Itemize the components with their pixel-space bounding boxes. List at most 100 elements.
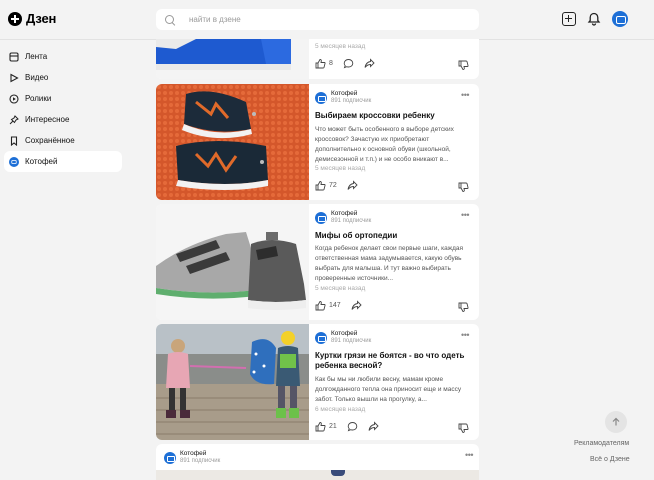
scroll-to-top-button[interactable] [605, 411, 627, 433]
article-card[interactable]: Котофей 891 подписчик ••• Выбираем кросс… [156, 84, 479, 200]
sidebar-item-label: Интересное [25, 115, 70, 124]
sidebar-item-label: Ролики [25, 94, 52, 103]
like-button[interactable]: 72 [315, 180, 337, 191]
like-button[interactable]: 147 [315, 300, 341, 311]
like-button[interactable]: 8 [315, 58, 333, 69]
publish-time: 5 месяцев назад [315, 43, 366, 50]
share-button[interactable] [368, 421, 379, 432]
channel-name[interactable]: Котофей [331, 90, 371, 98]
share-icon [364, 58, 375, 68]
thumbs-down-icon [458, 182, 469, 192]
channel-avatar[interactable] [315, 331, 327, 344]
sidebar-item-saved[interactable]: Сохранённое [4, 130, 122, 151]
channel-info[interactable]: Котофей 891 подписчик [315, 330, 371, 345]
channel-avatar[interactable] [315, 91, 327, 104]
article-title[interactable]: Мифы об ортопедии [315, 231, 473, 241]
article-title[interactable]: Куртки грязи не боятся - во что одеть ре… [315, 351, 473, 371]
more-menu-icon[interactable]: ••• [461, 210, 469, 220]
article-snippet[interactable]: Что может быть особенного в выборе детск… [315, 125, 473, 165]
search-box[interactable] [156, 9, 479, 30]
thumbs-up-icon [315, 59, 326, 69]
channel-avatar-icon [9, 156, 19, 167]
article-thumbnail[interactable] [156, 204, 309, 320]
comment-button[interactable] [343, 58, 354, 69]
sidebar-item-label: Сохранённое [25, 136, 75, 145]
like-count: 72 [329, 182, 337, 189]
play-icon [9, 73, 19, 83]
article-snippet[interactable]: Как бы мы ни любили весну, мамам кроме д… [315, 375, 473, 405]
dzen-logo[interactable]: Дзен [8, 11, 56, 26]
channel-name[interactable]: Котофей [331, 210, 371, 218]
article-card[interactable]: Котофей 891 подписчик ••• [156, 444, 479, 480]
article-snippet[interactable]: Когда ребенок делает свои первые шаги, к… [315, 244, 473, 284]
share-icon [351, 300, 362, 310]
sidebar-item-feed[interactable]: Лента [4, 46, 122, 67]
article-actions: 147 [315, 300, 372, 311]
thumbs-down-icon [458, 423, 469, 433]
article-thumbnail[interactable] [156, 324, 309, 440]
channel-info[interactable]: Котофей 891 подписчик [315, 210, 371, 225]
share-button[interactable] [347, 180, 358, 191]
article-card[interactable]: Котофей 891 подписчик ••• Куртки грязи н… [156, 324, 479, 440]
dislike-button[interactable] [458, 300, 469, 318]
search-input[interactable] [189, 15, 449, 24]
pin-icon [9, 114, 19, 125]
bell-icon[interactable] [587, 12, 601, 26]
more-menu-icon[interactable]: ••• [465, 450, 473, 460]
sidebar-item-label: Котофей [25, 157, 58, 166]
thumbs-up-icon [315, 301, 326, 311]
feed-icon [9, 51, 19, 62]
like-count: 8 [329, 60, 333, 67]
arrow-up-icon [612, 417, 620, 426]
sidebar-item-shorts[interactable]: Ролики [4, 88, 122, 109]
article-actions: 72 [315, 180, 368, 191]
channel-name[interactable]: Котофей [180, 450, 220, 458]
sidebar-item-label: Видео [25, 73, 49, 82]
subscriber-count: 891 подписчик [180, 458, 221, 464]
subscriber-count: 891 подписчик [331, 338, 372, 344]
comment-button[interactable] [347, 421, 358, 432]
share-button[interactable] [351, 300, 362, 311]
channel-info[interactable]: Котофей 891 подписчик [315, 90, 371, 105]
article-image-preview[interactable] [156, 470, 479, 480]
dislike-button[interactable] [458, 421, 469, 439]
bookmark-icon [9, 135, 19, 146]
publish-time: 5 месяцев назад [315, 285, 366, 292]
article-thumbnail[interactable] [156, 39, 309, 79]
sidebar-nav: Лента Видео Ролики Интересное Сохранённо… [4, 46, 122, 172]
article-title[interactable]: Выбираем кроссовки ребенку [315, 111, 473, 121]
comment-icon [347, 422, 358, 432]
sidebar-item-interesting[interactable]: Интересное [4, 109, 122, 130]
more-menu-icon[interactable]: ••• [461, 90, 469, 100]
comment-icon [343, 59, 354, 69]
article-thumbnail[interactable] [156, 84, 309, 200]
advertisers-link[interactable]: Рекламодателям [574, 440, 629, 447]
article-actions: 21 [315, 421, 389, 432]
thumbs-down-icon [458, 60, 469, 70]
more-menu-icon[interactable]: ••• [461, 330, 469, 340]
logo-text: Дзен [26, 11, 57, 26]
dislike-button[interactable] [458, 180, 469, 198]
publish-time: 6 месяцев назад [315, 406, 366, 413]
article-card[interactable]: Котофей 891 подписчик ••• Мифы об ортопе… [156, 204, 479, 320]
channel-avatar[interactable] [315, 211, 327, 224]
share-icon [368, 421, 379, 431]
sidebar-item-video[interactable]: Видео [4, 67, 122, 88]
like-count: 147 [329, 302, 341, 309]
user-avatar[interactable] [612, 11, 628, 27]
article-card[interactable]: 5 месяцев назад 8 [156, 39, 479, 79]
subscriber-count: 891 подписчик [331, 218, 372, 224]
share-button[interactable] [364, 58, 375, 69]
about-dzen-link[interactable]: Всё о Дзене [590, 456, 630, 463]
like-button[interactable]: 21 [315, 421, 337, 432]
dzen-logo-icon [8, 11, 22, 26]
channel-info[interactable]: Котофей 891 подписчик [164, 450, 220, 465]
dislike-button[interactable] [458, 58, 469, 76]
channel-name[interactable]: Котофей [331, 330, 371, 338]
channel-avatar[interactable] [164, 451, 176, 464]
add-publication-icon[interactable] [562, 12, 576, 26]
shorts-icon [9, 93, 19, 104]
sidebar-item-label: Лента [25, 52, 48, 61]
sidebar-item-channel[interactable]: Котофей [4, 151, 122, 172]
subscriber-count: 891 подписчик [331, 98, 372, 104]
